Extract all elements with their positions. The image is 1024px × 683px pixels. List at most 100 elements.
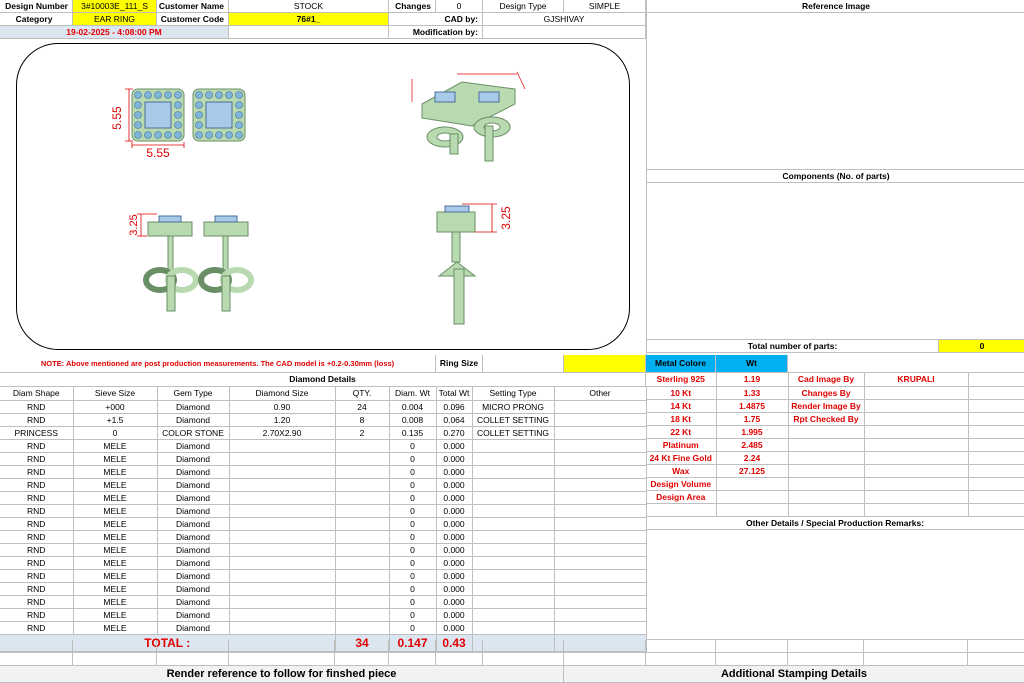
diamond-cell[interactable]: MELE (73, 491, 158, 505)
changes-value[interactable]: 0 (436, 0, 483, 13)
diamond-cell[interactable] (472, 478, 555, 492)
customer-code-value[interactable]: 76#1_ (229, 13, 389, 26)
diamond-cell[interactable]: Diamond (157, 504, 230, 518)
diamond-cell[interactable]: RND (0, 478, 74, 492)
diamond-cell[interactable]: 2.70X2.90 (229, 426, 336, 440)
diamond-cell[interactable] (554, 491, 647, 505)
diamond-cell[interactable]: RND (0, 504, 74, 518)
diamond-cell[interactable]: MELE (73, 530, 158, 544)
diamond-cell[interactable]: 0.270 (436, 426, 473, 440)
diamond-cell[interactable] (229, 569, 336, 583)
diamond-cell[interactable]: 0.135 (389, 426, 437, 440)
diamond-cell[interactable] (554, 530, 647, 544)
metal-wt[interactable]: 1.4875 (716, 399, 789, 413)
diamond-cell[interactable]: 0.000 (436, 439, 473, 453)
metal-wt[interactable]: 1.995 (716, 425, 789, 439)
diamond-cell[interactable]: Diamond (157, 582, 230, 596)
credit-value[interactable] (864, 386, 969, 400)
diamond-cell[interactable] (472, 452, 555, 466)
diamond-cell[interactable] (472, 543, 555, 557)
diamond-cell[interactable]: Diamond (157, 400, 230, 414)
diamond-cell[interactable] (554, 595, 647, 609)
metal-wt[interactable]: 2.485 (716, 438, 789, 452)
diamond-cell[interactable]: +000 (73, 400, 158, 414)
diamond-cell[interactable]: RND (0, 452, 74, 466)
diamond-cell[interactable] (229, 543, 336, 557)
diamond-cell[interactable]: 0 (389, 595, 437, 609)
diamond-cell[interactable]: 0.90 (229, 400, 336, 414)
metal-wt[interactable]: 27.125 (716, 464, 789, 478)
diamond-cell[interactable]: RND (0, 595, 74, 609)
metal-wt[interactable]: 1.75 (716, 412, 789, 426)
diamond-cell[interactable]: 0 (389, 556, 437, 570)
diamond-cell[interactable]: 0.064 (436, 413, 473, 427)
diamond-cell[interactable] (335, 517, 390, 531)
diamond-cell[interactable]: 1.20 (229, 413, 336, 427)
diamond-cell[interactable] (229, 517, 336, 531)
diamond-cell[interactable]: MELE (73, 582, 158, 596)
credit-value[interactable] (864, 490, 969, 504)
diamond-cell[interactable]: MELE (73, 504, 158, 518)
diamond-cell[interactable]: MELE (73, 595, 158, 609)
diamond-cell[interactable]: MELE (73, 439, 158, 453)
diamond-cell[interactable] (335, 556, 390, 570)
diamond-cell[interactable] (472, 582, 555, 596)
diamond-cell[interactable] (554, 517, 647, 531)
diamond-cell[interactable]: 0.000 (436, 582, 473, 596)
diamond-cell[interactable]: RND (0, 530, 74, 544)
diamond-cell[interactable] (554, 582, 647, 596)
diamond-cell[interactable] (229, 530, 336, 544)
metal-wt[interactable] (716, 490, 789, 504)
diamond-cell[interactable] (335, 439, 390, 453)
diamond-cell[interactable]: MELE (73, 517, 158, 531)
diamond-cell[interactable]: 0.000 (436, 556, 473, 570)
diamond-cell[interactable] (229, 465, 336, 479)
credit-value[interactable] (864, 477, 969, 491)
diamond-cell[interactable] (335, 608, 390, 622)
diamond-cell[interactable]: COLOR STONE (157, 426, 230, 440)
metal-wt[interactable]: 2.24 (716, 451, 789, 465)
diamond-cell[interactable] (554, 426, 647, 440)
diamond-cell[interactable]: 0.000 (436, 621, 473, 635)
diamond-cell[interactable]: PRINCESS (0, 426, 74, 440)
diamond-cell[interactable] (472, 569, 555, 583)
credit-value[interactable] (864, 464, 969, 478)
diamond-cell[interactable]: 24 (335, 400, 390, 414)
design-number-value[interactable]: 3#10003E_111_S (73, 0, 157, 13)
diamond-cell[interactable]: COLLET SETTING (472, 426, 555, 440)
diamond-cell[interactable]: RND (0, 556, 74, 570)
credit-value[interactable] (864, 412, 969, 426)
diamond-cell[interactable] (472, 621, 555, 635)
diamond-cell[interactable]: RND (0, 621, 74, 635)
diamond-cell[interactable] (554, 478, 647, 492)
diamond-cell[interactable]: 8 (335, 413, 390, 427)
diamond-cell[interactable]: 0.000 (436, 491, 473, 505)
diamond-cell[interactable] (335, 530, 390, 544)
diamond-cell[interactable]: Diamond (157, 608, 230, 622)
diamond-cell[interactable]: 0.000 (436, 504, 473, 518)
diamond-cell[interactable]: 0 (389, 465, 437, 479)
metal-wt[interactable]: 1.19 (716, 373, 789, 387)
diamond-cell[interactable]: 0 (389, 504, 437, 518)
diamond-cell[interactable]: RND (0, 543, 74, 557)
diamond-cell[interactable]: Diamond (157, 465, 230, 479)
diamond-cell[interactable]: Diamond (157, 439, 230, 453)
diamond-cell[interactable]: 0.000 (436, 452, 473, 466)
diamond-cell[interactable] (335, 595, 390, 609)
diamond-cell[interactable]: +1.5 (73, 413, 158, 427)
diamond-cell[interactable] (472, 439, 555, 453)
diamond-cell[interactable]: 0 (389, 491, 437, 505)
diamond-cell[interactable] (229, 504, 336, 518)
diamond-cell[interactable]: Diamond (157, 530, 230, 544)
diamond-cell[interactable]: 0.000 (436, 465, 473, 479)
credit-value[interactable] (864, 451, 969, 465)
diamond-cell[interactable]: 0 (389, 621, 437, 635)
diamond-cell[interactable] (472, 504, 555, 518)
metal-wt[interactable] (716, 503, 789, 517)
diamond-cell[interactable]: 0.000 (436, 595, 473, 609)
metal-wt[interactable] (716, 477, 789, 491)
diamond-cell[interactable]: Diamond (157, 556, 230, 570)
diamond-cell[interactable] (335, 491, 390, 505)
diamond-cell[interactable]: MELE (73, 556, 158, 570)
diamond-cell[interactable]: 0 (389, 439, 437, 453)
